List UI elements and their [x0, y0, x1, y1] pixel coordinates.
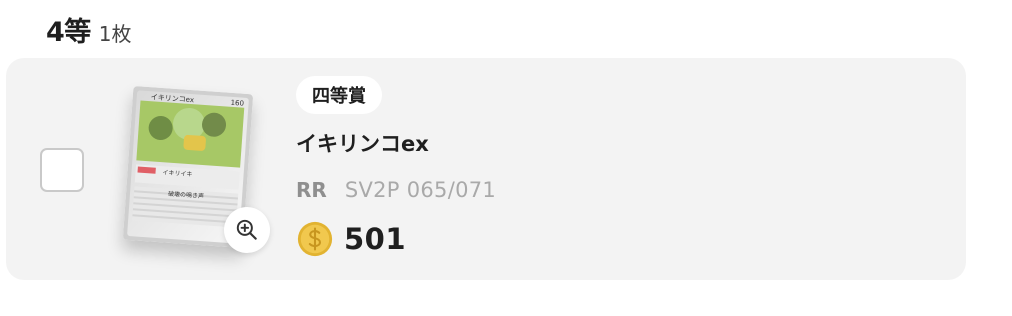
- card-meta: RR SV2P 065/071: [296, 178, 816, 202]
- zoom-in-button[interactable]: [224, 207, 270, 253]
- card-details: 四等賞 イキリンコex RR SV2P 065/071 501: [296, 76, 816, 258]
- card-row: イキリンコex 160 イキリイキ 破壊の鳴き声 四等賞 イキリンコex RR …: [6, 58, 966, 280]
- point-value: 501: [344, 222, 407, 256]
- select-card-checkbox[interactable]: [40, 148, 84, 192]
- card-code: SV2P 065/071: [344, 178, 497, 202]
- card-rarity: RR: [296, 178, 327, 202]
- card-name: イキリンコex: [296, 132, 429, 156]
- zoom-in-icon: [236, 219, 257, 240]
- prize-rank: 4等: [46, 17, 91, 48]
- card-image-hp: 160: [230, 99, 244, 108]
- card-points: 501: [296, 220, 816, 258]
- prize-list-item-container: 4等 1枚 イキリンコex 160 イキリイキ 破壊の鳴き声 四等賞 イキリンコ…: [0, 0, 1012, 316]
- prize-count: 1枚: [98, 22, 132, 46]
- coin-icon: [297, 221, 333, 257]
- prize-header: 4等 1枚: [46, 10, 132, 49]
- prize-badge: 四等賞: [296, 76, 382, 114]
